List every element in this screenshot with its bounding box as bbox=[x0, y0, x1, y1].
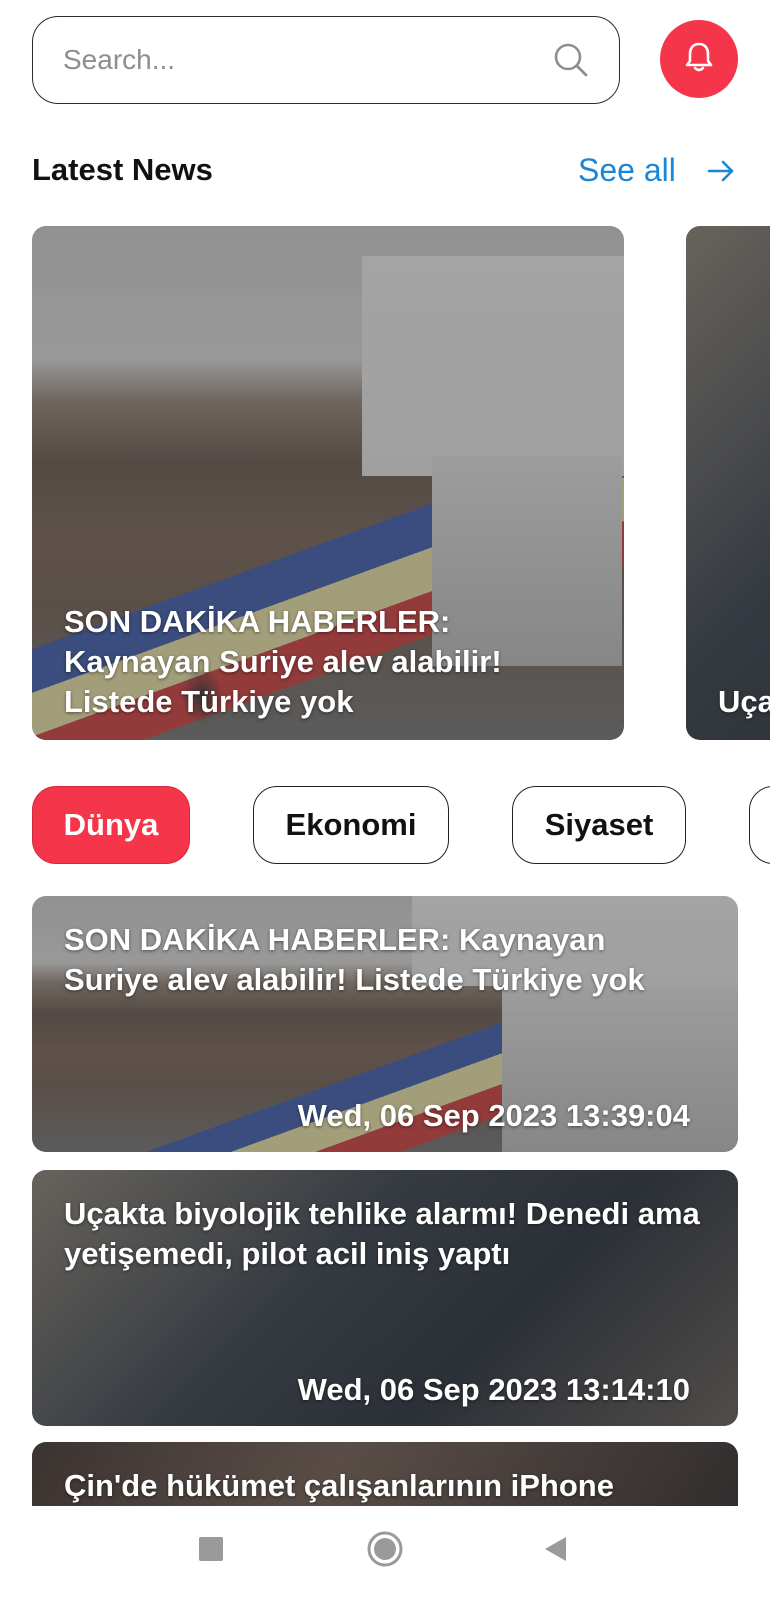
category-chip-more[interactable] bbox=[749, 786, 770, 864]
see-all-label: See all bbox=[578, 152, 676, 188]
news-title: Uçakta biyolojik tehlike alarmı! Denedi … bbox=[64, 1196, 700, 1271]
news-title: Çin'de hükümet çalışanlarının iPhone bbox=[64, 1468, 614, 1503]
latest-news-carousel[interactable]: SON DAKİKA HABERLER: Kaynayan Suriye ale… bbox=[0, 226, 770, 740]
triangle-back-icon bbox=[542, 1535, 568, 1568]
news-list-item[interactable]: Uçakta biyolojik tehlike alarmı! Denedi … bbox=[32, 1170, 738, 1426]
back-button[interactable] bbox=[530, 1526, 580, 1576]
category-tabs: Dünya Ekonomi Siyaset bbox=[0, 786, 770, 866]
category-chip-dunya[interactable]: Dünya bbox=[32, 786, 190, 864]
system-navigation-bar bbox=[0, 1506, 770, 1600]
arrow-right-icon bbox=[706, 156, 736, 186]
news-date: Wed, 06 Sep 2023 13:39:04 bbox=[297, 1098, 690, 1133]
news-list-item[interactable]: SON DAKİKA HABERLER: Kaynayan Suriye ale… bbox=[32, 896, 738, 1152]
category-chip-siyaset[interactable]: Siyaset bbox=[512, 786, 686, 864]
home-button[interactable] bbox=[360, 1526, 410, 1576]
latest-news-card[interactable]: SON DAKİKA HABERLER: Kaynayan Suriye ale… bbox=[32, 226, 624, 740]
section-title-latest-news: Latest News bbox=[32, 152, 213, 187]
bell-icon bbox=[681, 39, 717, 80]
latest-news-card[interactable]: Uça Der iniş bbox=[686, 226, 770, 740]
search-icon[interactable] bbox=[551, 40, 591, 80]
search-input[interactable] bbox=[63, 44, 551, 76]
news-image bbox=[686, 226, 770, 740]
latest-news-card-title: SON DAKİKA HABERLER: Kaynayan Suriye ale… bbox=[64, 604, 502, 719]
notification-button[interactable] bbox=[660, 20, 738, 98]
search-bar[interactable] bbox=[32, 16, 620, 104]
category-chip-ekonomi[interactable]: Ekonomi bbox=[253, 786, 449, 864]
see-all-link[interactable]: See all bbox=[578, 152, 736, 189]
square-icon bbox=[198, 1536, 224, 1567]
news-title: SON DAKİKA HABERLER: Kaynayan Suriye ale… bbox=[64, 922, 645, 997]
circle-icon bbox=[366, 1530, 404, 1573]
latest-news-card-title: Uça Der iniş bbox=[718, 684, 770, 719]
recent-apps-button[interactable] bbox=[186, 1526, 236, 1576]
news-date: Wed, 06 Sep 2023 13:14:10 bbox=[297, 1372, 690, 1407]
